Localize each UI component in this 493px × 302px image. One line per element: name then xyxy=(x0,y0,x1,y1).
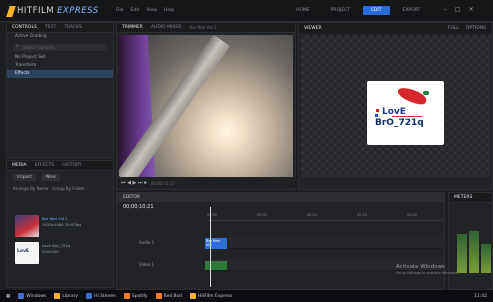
track-lane[interactable] xyxy=(207,237,443,249)
brand-edition: EXPRESS xyxy=(57,6,99,16)
trimmer-clip-name: Bar Red Vid 1 xyxy=(189,25,217,30)
viewer-canvas[interactable]: LovE BrO_721q xyxy=(301,35,491,177)
meters-title: METERS xyxy=(454,195,473,200)
audio-meter-bar xyxy=(481,244,491,273)
taskbar-item[interactable]: Library xyxy=(54,293,78,299)
viewer-options[interactable]: OPTIONS xyxy=(466,26,492,31)
media-item-meta: 1920x1080 29.97fps xyxy=(42,222,82,227)
timeline-clip[interactable]: Bar Red Vid xyxy=(205,238,227,249)
tab-controls[interactable]: CONTROLS xyxy=(12,25,37,30)
close-icon[interactable]: ✕ xyxy=(469,6,474,13)
taskbar-clock: 11:42 xyxy=(474,293,487,299)
media-thumbnail[interactable] xyxy=(15,215,39,237)
taskbar-item[interactable]: HitFilm Express xyxy=(189,293,232,299)
media-item-meta: 500x500 xyxy=(42,249,59,254)
tab-audio-mixer[interactable]: AUDIO MIXER xyxy=(151,25,181,30)
trimmer-panel: TRIMMER AUDIO MIXER Bar Red Vid 1 ⏮ ◀ ▶ … xyxy=(116,22,297,190)
taskbar-item[interactable]: Windows xyxy=(18,293,46,299)
viewer-zoom[interactable]: FULL xyxy=(448,26,459,31)
import-button[interactable]: Import xyxy=(13,174,36,181)
controls-row[interactable]: Effects xyxy=(7,70,113,78)
timeline-header: EDITOR xyxy=(117,193,444,202)
activate-windows-watermark: Activate Windows Go to Settings to activ… xyxy=(396,264,459,276)
tab-home[interactable]: HOME xyxy=(288,6,318,15)
top-bar: HITFILM EXPRESS File Edit View Help HOME… xyxy=(0,0,493,22)
tab-trimmer[interactable]: TRIMMER xyxy=(122,25,143,30)
maximize-icon[interactable]: □ xyxy=(455,6,461,13)
menu-edit[interactable]: Edit xyxy=(131,8,140,13)
window-controls: – □ ✕ xyxy=(444,6,474,13)
app-logo: HITFILM EXPRESS xyxy=(6,4,106,18)
tab-text[interactable]: TEXT xyxy=(45,25,56,30)
arrange-dropdown[interactable]: Arrange By Name xyxy=(13,186,48,191)
activate-subtitle: Go to Settings to activate Windows. xyxy=(396,271,459,275)
menu-file[interactable]: File xyxy=(116,8,124,13)
media-panel: MEDIA EFFECTS HISTORY Import New Arrange… xyxy=(6,160,114,288)
group-dropdown[interactable]: Group By Folder xyxy=(52,186,84,191)
media-thumbnail[interactable]: LovE xyxy=(15,242,39,264)
hitfilm-logo-icon xyxy=(6,5,16,17)
menu-view[interactable]: View xyxy=(146,8,157,13)
taskbar-item[interactable]: Red Bull xyxy=(155,293,182,299)
trimmer-timecode: 00:00:01;17 xyxy=(150,180,175,186)
taskbar-item[interactable]: Spotify xyxy=(123,293,148,299)
timeline-title: EDITOR xyxy=(123,195,141,200)
taskbar: ▦ Windows Library Hi Steven Spotify Red … xyxy=(0,290,493,302)
viewer-panel: VIEWER FULL OPTIONS LovE BrO_721q xyxy=(298,22,493,190)
tab-tracks[interactable]: TRACKS xyxy=(64,25,82,30)
track-header[interactable]: Audio 1 xyxy=(119,237,203,249)
controls-filter[interactable]: Active Grading xyxy=(7,33,113,41)
timeline-ruler[interactable]: 00:00 00:05 00:10 00:15 00:20 xyxy=(207,213,443,221)
tab-media[interactable]: MEDIA xyxy=(12,163,27,168)
media-item-name[interactable]: Love Bro_721q xyxy=(42,243,70,248)
controls-panel: CONTROLS TEXT TRACKS Active Grading Sear… xyxy=(6,22,114,158)
media-item-name[interactable]: Bar Red Vid 1 xyxy=(42,216,68,221)
controls-row[interactable]: No Project Set xyxy=(7,54,113,62)
controls-search-input[interactable]: Search Controls xyxy=(13,43,107,51)
love-logo-image: LovE BrO_721q xyxy=(367,81,444,145)
viewer-title: VIEWER xyxy=(304,25,322,31)
ruler-tick: 00:10 xyxy=(307,213,318,217)
tab-history[interactable]: HISTORY xyxy=(62,163,81,168)
track-header[interactable]: Video 1 xyxy=(119,259,203,271)
chili-icon xyxy=(395,85,429,107)
brand-name: HITFILM xyxy=(17,6,55,16)
controls-row[interactable]: Transform xyxy=(7,62,113,70)
audio-meter-bar xyxy=(469,231,479,273)
taskbar-item[interactable]: Hi Steven xyxy=(86,293,116,299)
trimmer-video-frame[interactable] xyxy=(119,35,293,177)
menu-help[interactable]: Help xyxy=(164,8,174,13)
ruler-tick: 00:15 xyxy=(357,213,368,217)
transport-controls[interactable]: ⏮ ◀ ▶ ⏭ ⏹ xyxy=(121,180,147,186)
new-button[interactable]: New xyxy=(41,174,60,181)
timeline-timecode: 00;00;10;21 xyxy=(123,204,154,210)
media-tabs: MEDIA EFFECTS HISTORY xyxy=(7,161,113,171)
trimmer-tabs: TRIMMER AUDIO MIXER Bar Red Vid 1 xyxy=(117,23,295,33)
minimize-icon[interactable]: – xyxy=(444,6,447,13)
ruler-tick: 00:20 xyxy=(407,213,418,217)
tab-edit[interactable]: EDIT xyxy=(363,6,390,15)
controls-tabs: CONTROLS TEXT TRACKS xyxy=(7,23,113,33)
app-window: HITFILM EXPRESS File Edit View Help HOME… xyxy=(0,0,493,302)
ruler-tick: 00:00 xyxy=(207,213,218,217)
workspace-tabs: HOME PROJECT EDIT EXPORT xyxy=(288,6,428,15)
tab-project[interactable]: PROJECT xyxy=(323,6,358,15)
windows-start-icon[interactable]: ▦ xyxy=(6,294,10,299)
viewer-toolbar: VIEWER FULL OPTIONS xyxy=(299,23,492,33)
ruler-tick: 00:05 xyxy=(257,213,268,217)
main-menu: File Edit View Help xyxy=(116,8,174,13)
tab-effects[interactable]: EFFECTS xyxy=(35,163,55,168)
playhead[interactable] xyxy=(210,207,211,287)
tab-export[interactable]: EXPORT xyxy=(395,6,429,15)
thumbnail-text: LovE xyxy=(17,249,29,254)
trimmer-transport: ⏮ ◀ ▶ ⏭ ⏹ 00:00:01;17 xyxy=(117,178,297,188)
meters-tabs: METERS xyxy=(449,193,492,203)
timeline-clip[interactable] xyxy=(205,261,227,270)
logo-text-line2: BrO_721q xyxy=(375,118,424,128)
